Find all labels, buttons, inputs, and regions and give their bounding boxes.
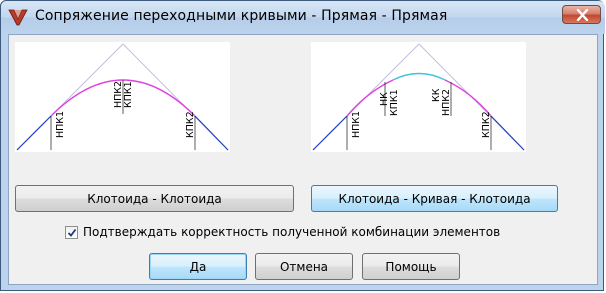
diagram-clothoid-clothoid-drawing: НПК1 НПК2 КПК1 КПК2 <box>16 43 229 151</box>
diagram-clothoid-curve-clothoid-drawing: НПК1 НК КПК1 КК НПК2 КПК2 <box>312 43 525 151</box>
tangent-line-right <box>194 115 229 151</box>
clothoid-clothoid-button[interactable]: Клотоида - Клотоида <box>15 185 294 212</box>
diagram-clothoid-curve-clothoid[interactable]: НПК1 НК КПК1 КК НПК2 КПК2 <box>311 42 526 152</box>
confirm-combination-checkbox[interactable] <box>65 225 78 239</box>
checkmark-icon <box>67 228 77 237</box>
label-kpk1: КПК1 <box>123 81 134 108</box>
cancel-button[interactable]: Отмена <box>255 253 353 280</box>
diagram-clothoid-clothoid[interactable]: НПК1 НПК2 КПК1 КПК2 <box>15 42 230 152</box>
confirm-combination-row[interactable]: Подтверждать корректность полученной ком… <box>65 225 500 239</box>
tangent-line-right <box>490 115 525 151</box>
tangent-line-left <box>16 115 52 151</box>
label-kpk2: КПК2 <box>185 111 196 138</box>
window-title: Сопряжение переходными кривыми - Прямая … <box>35 8 448 24</box>
close-icon <box>576 9 589 21</box>
title-bar[interactable]: Сопряжение переходными кривыми - Прямая … <box>1 1 605 34</box>
confirm-combination-label[interactable]: Подтверждать корректность полученной ком… <box>83 225 500 239</box>
close-button[interactable] <box>562 5 601 24</box>
label-kpk2: КПК2 <box>481 111 492 138</box>
label-npk1: НПК1 <box>55 111 66 138</box>
app-logo-icon <box>8 9 28 26</box>
label-npk2: НПК2 <box>441 89 452 116</box>
dialog-content: НПК1 НПК2 КПК1 КПК2 НПК1 НК КПК1 КК НПК2… <box>8 34 598 285</box>
circular-arc <box>392 72 446 81</box>
clothoid-curve-clothoid-button[interactable]: Клотоида - Кривая - Клотоида <box>311 185 558 212</box>
help-button[interactable]: Помощь <box>362 253 460 280</box>
dialog-window: Сопряжение переходными кривыми - Прямая … <box>0 0 605 291</box>
ok-button[interactable]: Да <box>149 253 247 280</box>
tangent-line-left <box>312 115 348 151</box>
label-kpk1: КПК1 <box>389 89 400 116</box>
label-npk1: НПК1 <box>351 111 362 138</box>
